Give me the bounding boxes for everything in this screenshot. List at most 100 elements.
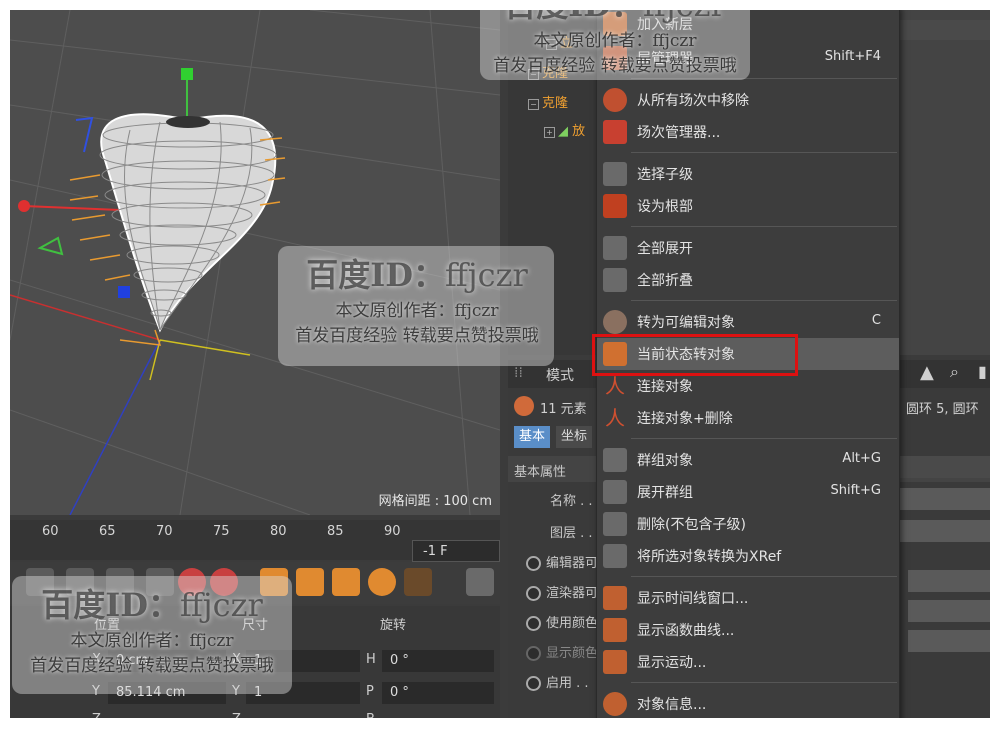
menu-item-set-root[interactable]: 设为根部 [597, 190, 899, 222]
parameter-key-icon[interactable] [368, 568, 396, 596]
menu-item-show-motion[interactable]: 显示运动... [597, 646, 899, 678]
menu-item-group-objects[interactable]: 群组对象 Alt+G [597, 444, 899, 476]
menu-item-label: 场次管理器... [637, 125, 721, 141]
menu-item-take-manager[interactable]: 场次管理器... [597, 116, 899, 148]
frame-field[interactable]: -1 F [412, 540, 500, 562]
rot-p-field[interactable]: 0 ° [382, 682, 494, 704]
menu-item-label: 显示运动... [637, 655, 707, 671]
menu-item-label: 对象信息... [637, 697, 707, 713]
section-title: 基本属性 [514, 465, 567, 480]
editor-visible-field[interactable] [908, 570, 990, 592]
tab-coord[interactable]: 坐标 [556, 426, 593, 448]
tree-item[interactable]: + ◢ 放 [544, 120, 585, 139]
menu-item-label: 群组对象 [637, 453, 693, 469]
timeline-tick: 80 [270, 524, 287, 539]
y-gizmo-handle[interactable] [181, 68, 193, 80]
coord-rotation-header: 旋转 [380, 618, 407, 633]
timeline-tick: 75 [213, 524, 230, 539]
scale-key-icon[interactable] [296, 568, 324, 596]
use-color-row[interactable]: 使用颜色 [526, 612, 598, 631]
convert-xref-icon [603, 544, 627, 568]
grid-spacing-label: 网格间距 : 100 cm [378, 494, 492, 509]
expand-icon[interactable]: + [544, 127, 555, 138]
pla-key-icon[interactable] [404, 568, 432, 596]
name-field[interactable] [900, 488, 990, 510]
timeline-tick: 85 [327, 524, 344, 539]
film-icon[interactable] [466, 568, 494, 596]
menu-item-label: 全部折叠 [637, 273, 693, 289]
menu-item-remove-from-takes[interactable]: 从所有场次中移除 [597, 84, 899, 116]
rot-axis-label: H [366, 652, 376, 667]
editor-visible-label: 编辑器可 [546, 556, 599, 571]
menu-item-label: 设为根部 [637, 199, 693, 215]
menu-item-label: 显示时间线窗口... [637, 591, 749, 607]
highlight-annotation-box [592, 334, 798, 376]
z-gizmo-handle[interactable] [118, 286, 130, 298]
element-count: 11 元素 [540, 402, 587, 417]
tree-item-label: 放 [572, 124, 586, 139]
grip-icon: ⁞⁞ [514, 365, 523, 381]
attr-name-label: 名称 . . [550, 494, 593, 509]
watermark-backdrop [278, 246, 554, 366]
expand-all-icon [603, 236, 627, 260]
rotate-key-icon[interactable] [332, 568, 360, 596]
display-color-row: 显示颜色 [526, 642, 598, 661]
lock-icon[interactable]: ▮ [978, 362, 987, 381]
menu-item-expand-all[interactable]: 全部展开 [597, 232, 899, 264]
radio-icon [526, 646, 541, 661]
nurbs-icon: ◢ [558, 124, 568, 139]
x-axis-line [10, 294, 161, 341]
delete-no-children-icon [603, 512, 627, 536]
radio-icon [526, 676, 541, 691]
show-motion-icon [603, 650, 627, 674]
menu-separator [631, 226, 897, 227]
render-visible-label: 渲染器可 [546, 586, 599, 601]
search-icon[interactable]: ⌕ [950, 362, 959, 382]
expand-group-icon [603, 480, 627, 504]
menu-item-shortcut: Alt+G [842, 451, 881, 466]
render-visible-row[interactable]: 渲染器可 [526, 582, 598, 601]
menu-item-label: 转为可编辑对象 [637, 315, 735, 331]
menu-item-delete-no-children[interactable]: 删除(不包含子级) [597, 508, 899, 540]
expand-icon[interactable]: − [528, 99, 539, 110]
watermark-backdrop [480, 10, 750, 80]
menu-item-connect-delete[interactable]: 人连接对象+删除 [597, 402, 899, 434]
timeline-tick: 65 [99, 524, 116, 539]
set-root-icon [603, 194, 627, 218]
teardrop-object[interactable] [69, 113, 286, 346]
section-header-right [892, 456, 990, 478]
menu-item-convert-xref[interactable]: 将所选对象转换为XRef [597, 540, 899, 572]
use-color-field[interactable] [908, 630, 990, 652]
menu-item-label: 连接对象+删除 [637, 411, 733, 427]
menu-item-expand-group[interactable]: 展开群组 Shift+G [597, 476, 899, 508]
layer-field[interactable] [900, 520, 990, 542]
x-gizmo-handle[interactable] [18, 200, 30, 212]
attr-layer-label: 图层 . . [550, 526, 593, 541]
menu-item-timeline-window[interactable]: 显示时间线窗口... [597, 582, 899, 614]
enable-row[interactable]: 启用 . . [526, 672, 589, 691]
mode-menu[interactable]: 模式 [546, 365, 574, 385]
timeline-tick: 90 [384, 524, 401, 539]
plane-gizmo[interactable] [37, 236, 64, 256]
world-y-axis [149, 339, 161, 381]
editor-visible-row[interactable]: 编辑器可 [526, 552, 598, 571]
menu-separator [631, 152, 897, 153]
menu-item-shortcut: Shift+F4 [824, 49, 881, 64]
tree-item[interactable]: − 克隆 [528, 92, 568, 111]
render-visible-field[interactable] [908, 600, 990, 622]
tab-basic[interactable]: 基本 [514, 426, 551, 448]
menu-item-object-info[interactable]: 对象信息... [597, 688, 899, 718]
column-strip [898, 20, 990, 40]
function-curves-icon [603, 618, 627, 642]
cursor-icon[interactable]: ▲ [920, 362, 934, 383]
timeline-ruler[interactable]: 60 65 70 75 80 85 90 -1 F [10, 520, 500, 562]
object-manager-columns [898, 10, 990, 355]
rot-h-field[interactable]: 0 ° [382, 650, 494, 672]
menu-item-label: 全部展开 [637, 241, 693, 257]
menu-item-function-curves[interactable]: 显示函数曲线... [597, 614, 899, 646]
menu-item-shortcut: C [871, 313, 881, 328]
object-info-icon [603, 692, 627, 716]
menu-separator [631, 300, 897, 301]
menu-item-select-children[interactable]: 选择子级 [597, 158, 899, 190]
menu-item-collapse-all[interactable]: 全部折叠 [597, 264, 899, 296]
